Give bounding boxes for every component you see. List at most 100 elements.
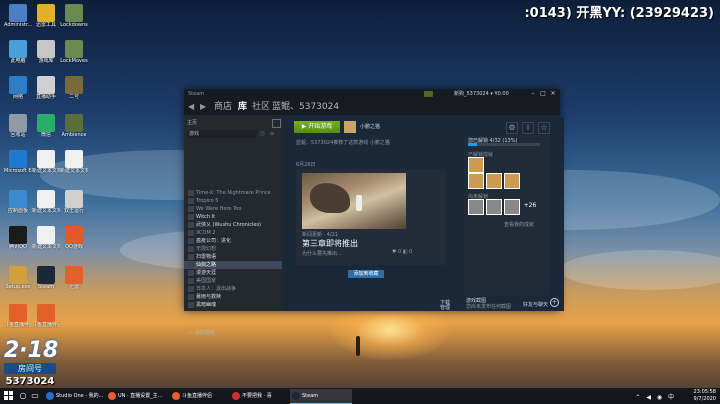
desktop-icon[interactable]: Setup.exe [4,266,32,290]
game-list-item[interactable]: Time-X: The Nightmare Prince [184,189,282,197]
desktop-icon[interactable]: 新建文本文档(4).txt [32,226,60,250]
clock[interactable]: 23:05:58 9/7/2020 [694,389,716,403]
taskbar-app[interactable]: 斗鱼直播伴侣 [170,389,238,403]
view-achievements-link[interactable]: 查看我的成就 [504,221,534,228]
desktop-icon-label: Microsoft Edge [4,168,32,174]
nav-store[interactable]: 商店 [214,99,232,115]
game-name: 扫雷物语 [196,254,217,260]
achievement-badge[interactable] [504,173,520,189]
sidebar-home[interactable]: 主页 [187,119,197,126]
windows-start-icon[interactable] [4,391,14,401]
desktop-icon[interactable]: 新建文本文档(3).txt [32,190,60,214]
taskbar-app[interactable]: Steam [290,389,352,404]
game-list-item[interactable]: We Were Here Too [184,205,282,213]
desktop-icon[interactable]: 斗鱼直播伴侣 [4,304,32,328]
desktop-icon[interactable]: 新建文本文档(2).txt [60,150,88,174]
news-title[interactable]: 第三章即将推出 [302,238,358,249]
news-reactions[interactable]: ♥ 0 ◧ 0 [392,249,412,255]
game-list-item[interactable]: 无限幻想 [184,245,282,253]
notification-icon[interactable] [424,91,433,97]
scrollbar[interactable] [560,117,564,311]
achievement-badge-locked[interactable] [486,199,502,215]
game-list-item[interactable]: 漫游天涯 [184,269,282,277]
add-friend-icon[interactable]: + [550,298,559,307]
achievement-badge[interactable] [468,173,484,189]
achievement-badge[interactable] [468,157,484,173]
game-name: Witch It [196,214,216,220]
desktop-icon[interactable]: 迅雷工具 [32,4,60,28]
desktop-icon[interactable]: 新建文本文档.txt [32,150,60,174]
game-list-item[interactable]: 瘟疫公司：进化 [184,237,282,245]
more-achievements[interactable]: +26 [522,199,538,213]
game-list-item[interactable]: Tropico 5 [184,197,282,205]
add-game-button[interactable]: ＋ 添加游戏 [188,329,215,336]
desktop-icon[interactable]: 游戏库 [32,40,60,64]
info-icon[interactable]: i [522,122,534,134]
back-arrow-icon[interactable]: ◀ [188,99,194,115]
desktop-icon[interactable]: Lockdowns [60,4,88,28]
achievement-badge[interactable] [486,173,502,189]
task-view-icon[interactable]: ▭ [30,391,40,401]
desktop-icon[interactable]: Ambience [60,114,88,138]
forward-arrow-icon[interactable]: ▶ [200,99,206,115]
game-list-item[interactable]: 扫雷物语 [184,253,282,261]
system-tray-icons[interactable]: ⌃ ◀ ◉ 中 [635,392,676,401]
desktop-icon[interactable]: 迅雷 [60,266,88,290]
add-favorite-button[interactable]: 添加到收藏 [348,270,384,278]
desktop-icon[interactable]: 双击运行 [60,190,88,214]
desktop-icon[interactable]: Administr... [4,4,32,28]
desktop-icon[interactable]: Microsoft Edge [4,150,32,174]
desktop-icon[interactable]: 直播助手 [32,76,60,100]
desktop-icon[interactable]: LockMoves [60,40,88,64]
game-list-item[interactable]: 美国国家 [184,277,282,285]
play-button[interactable]: ▶ 开始游戏 [294,121,340,133]
star-icon[interactable]: ☆ [538,122,550,134]
friend-avatar[interactable] [344,121,356,133]
maximize-icon[interactable]: □ [538,89,548,99]
desktop-icon[interactable]: 此电脑 [4,40,32,64]
game-list-item[interactable]: 黑暗幽魂 [184,301,282,309]
taskbar-app[interactable]: 不要把我 · 喜 [230,389,298,403]
nav-library[interactable]: 库 [238,99,247,115]
desktop-icon[interactable]: 斗鱼直播伴侣 [32,304,60,328]
steam-app-label[interactable]: Steam [188,89,204,99]
minimize-icon[interactable]: – [528,89,538,99]
desktop-icon[interactable]: 微信 [32,114,60,138]
account-menu[interactable]: 新购_5373024 ▾ ¥0.00 [454,89,509,99]
game-list-item[interactable]: 武侠乂 (Wushu Chronicles) [184,221,282,229]
achievement-badge-locked[interactable] [468,199,484,215]
desktop-icon-label: 腾讯QQ [9,244,27,250]
desktop-icon[interactable]: 控制面板 [4,190,32,214]
downloads-button[interactable]: 下载 管理 [440,301,450,311]
game-name: 仙剑之路 [196,262,217,268]
game-list-item[interactable]: XCOM 2 [184,229,282,237]
desktop-icon[interactable]: 二号 [60,76,88,100]
achievement-badge-locked[interactable] [504,199,520,215]
desktop-icon[interactable]: 腾讯QQ [4,226,32,250]
game-filter-dropdown[interactable]: 游戏 [187,130,257,138]
desktop-icon[interactable]: 回收站 [4,114,32,138]
grid-view-icon[interactable] [272,119,281,128]
desktop-icon[interactable]: QQ游戏 [60,226,88,250]
gear-icon[interactable]: ⚙ [506,122,518,134]
game-list-item[interactable]: 日本人：退出战争 [184,285,282,293]
desktop-icon-label: 斗鱼直播伴侣 [32,322,60,328]
taskbar-app[interactable]: UN · 直播设置_主... [106,389,178,403]
nav-community[interactable]: 社区 [252,99,270,115]
desktop-icon[interactable]: 网络 [4,76,32,100]
friends-chat-button[interactable]: 好友与聊天 [523,301,548,308]
taskbar-app-label: UN · 直播设置_主... [118,393,163,399]
game-list-item[interactable]: Witch It [184,213,282,221]
game-list-item[interactable]: 暴雨与救赎 [184,293,282,301]
close-icon[interactable]: ✕ [548,89,558,99]
taskbar-app[interactable]: Studio One - 我的... [44,389,114,403]
nav-username[interactable]: 蓝鲲、5373024 [272,99,339,115]
game-list-item[interactable]: 仙剑之路 [184,261,282,269]
news-screenshot[interactable] [302,173,406,229]
filter-icon[interactable]: ≡ [268,130,276,138]
desktop-icon[interactable]: Steam [32,266,60,290]
clock-icon[interactable]: ◷ [258,130,266,138]
news-card[interactable]: 新闻更新 · 4/21 第三章即将推出 为什么要先推出... ♥ 0 ◧ 0 [296,169,446,265]
friend-name[interactable]: 小鹏之猫 [360,123,380,130]
search-icon[interactable]: ○ [18,391,28,401]
